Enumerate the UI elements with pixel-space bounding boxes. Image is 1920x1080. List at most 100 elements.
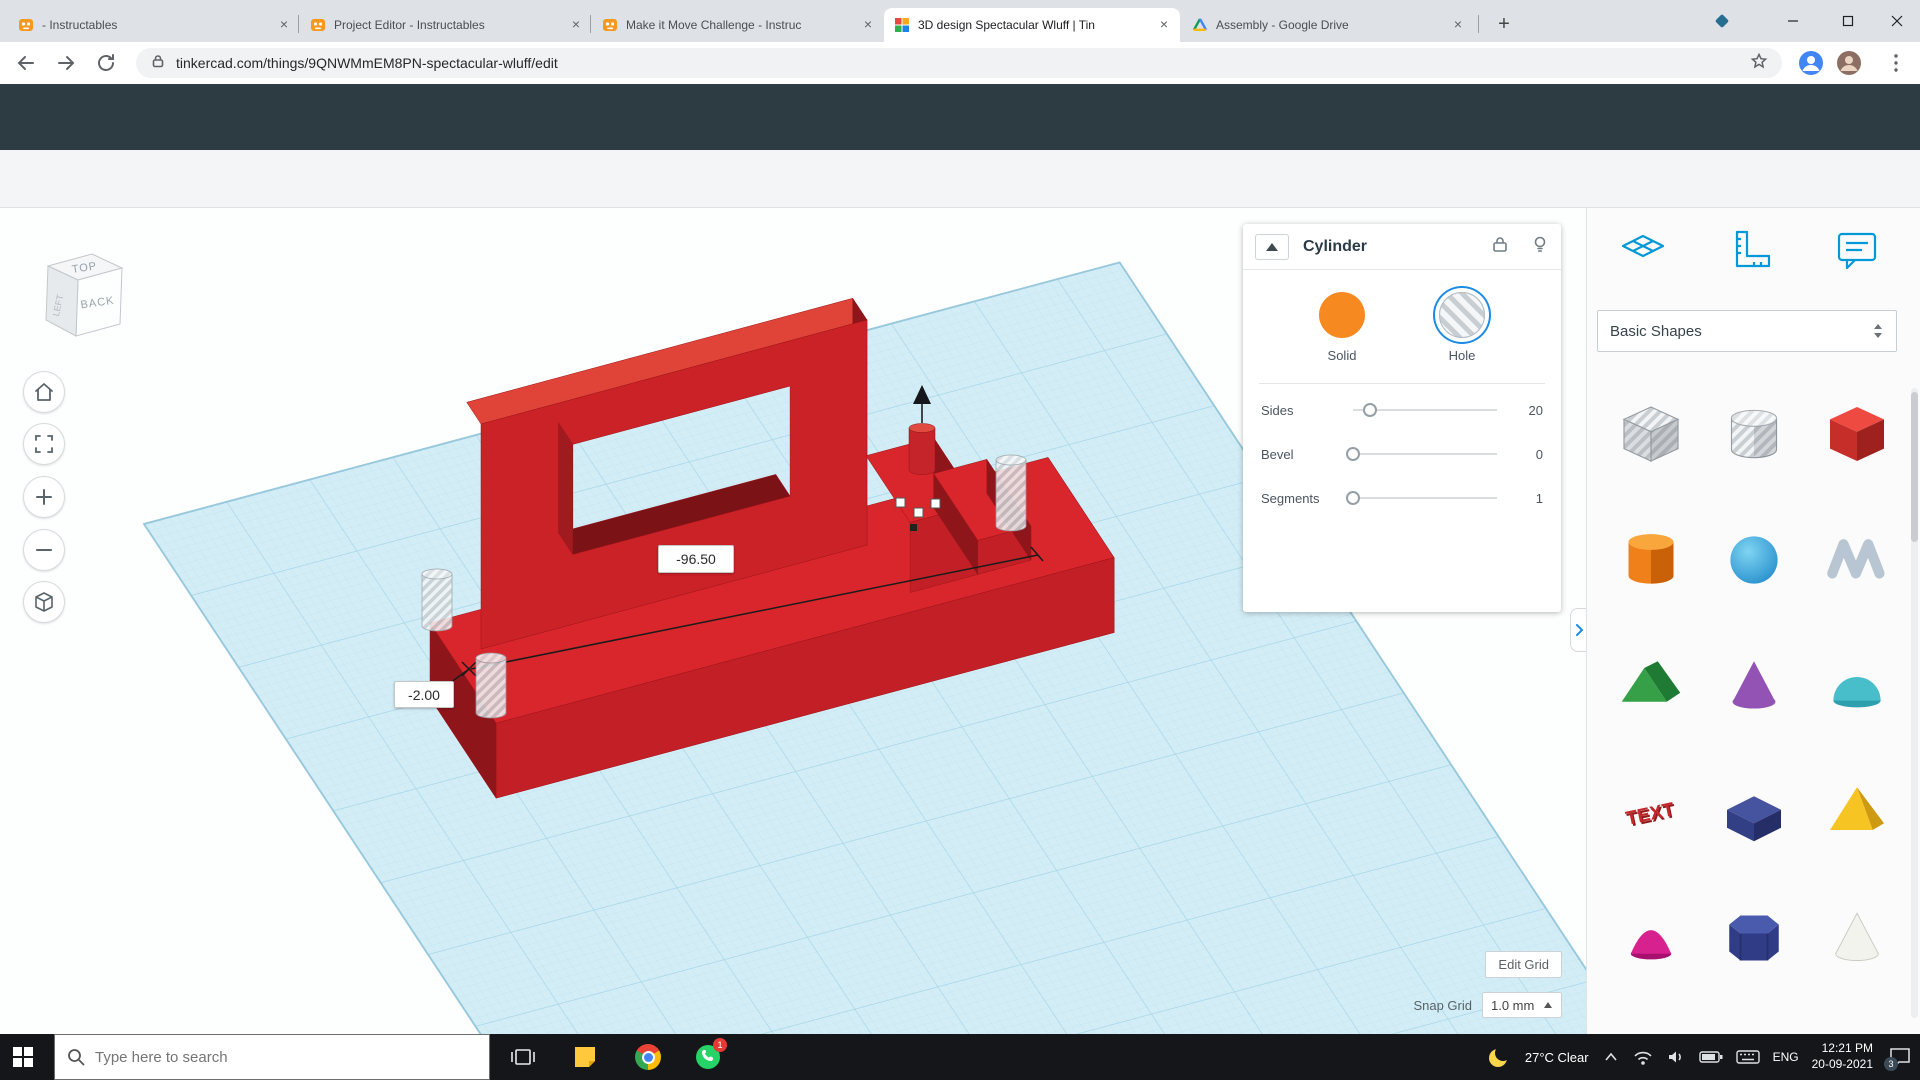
wifi-icon[interactable] [1633,1048,1653,1066]
dimension-input-length[interactable]: -96.50 [658,545,734,573]
tab-close-icon[interactable]: × [276,17,292,33]
snap-grid-select[interactable]: 1.0 mm [1482,992,1562,1018]
profile-person-icon[interactable] [1798,50,1824,81]
shape-category-select[interactable]: Basic Shapes [1597,310,1897,352]
lock-icon[interactable] [1491,235,1509,258]
start-button[interactable] [0,1034,46,1080]
material-solid[interactable]: Solid [1319,292,1365,363]
dimension-input-offset[interactable]: -2.00 [394,681,454,708]
shape-hole-cylinder[interactable] [1718,398,1790,470]
shape-pyramid[interactable] [1821,776,1893,848]
ruler-tool-icon[interactable] [1727,226,1775,274]
notes-tool-icon[interactable] [1833,226,1881,274]
tray-chevron-up-icon[interactable] [1602,1048,1620,1066]
date-text: 20-09-2021 [1812,1057,1873,1073]
shape-cone[interactable] [1718,650,1790,722]
clock[interactable]: 12:21 PM 20-09-2021 [1812,1041,1873,1072]
inspector-collapse-button[interactable] [1255,234,1289,260]
reload-button[interactable] [94,51,118,80]
shape-box[interactable] [1821,398,1893,470]
tab-title: - Instructables [42,18,268,32]
drive-favicon-icon [1192,17,1208,33]
battery-icon[interactable] [1699,1048,1723,1066]
slider-row-sides: Sides 20 [1243,388,1561,432]
tab-close-icon[interactable]: × [1156,17,1172,33]
browser-flag-icon[interactable] [1712,11,1732,36]
chrome-icon[interactable] [625,1034,671,1080]
slider-knob[interactable] [1346,491,1360,505]
hole-swatch[interactable] [1439,292,1485,338]
perspective-toggle-button[interactable] [23,581,65,623]
shape-hexagonal-prism[interactable] [1718,902,1790,974]
segments-slider[interactable] [1353,497,1497,499]
tab-google-drive[interactable]: Assembly - Google Drive × [1182,8,1474,42]
tinkercad-favicon-icon [894,17,910,33]
bevel-slider[interactable] [1353,453,1497,455]
url-bar[interactable]: tinkercad.com/things/9QNWMmEM8PN-spectac… [136,48,1782,78]
panel-scrollbar-thumb[interactable] [1911,392,1918,542]
shape-scribble[interactable] [1821,524,1893,596]
shape-grid: TEXT TEXT [1587,384,1920,988]
weather-text[interactable]: 27°C Clear [1525,1050,1589,1065]
panel-collapse-button[interactable] [1570,608,1586,652]
tab-close-icon[interactable]: × [568,17,584,33]
instructables-favicon-icon [310,17,326,33]
tab-make-it-move[interactable]: Make it Move Challenge - Instruc × [592,8,884,42]
slider-row-segments: Segments 1 [1243,476,1561,520]
bookmark-star-icon[interactable] [1750,52,1768,75]
shape-dome[interactable] [1821,650,1893,722]
keyboard-icon[interactable] [1736,1048,1760,1066]
window-minimize-button[interactable] [1770,0,1816,42]
tab-separator [590,15,591,33]
tab-tinkercad-active[interactable]: 3D design Spectacular Wluff | Tin × [884,8,1180,42]
zoom-out-button[interactable] [23,529,65,571]
view-home-button[interactable] [23,371,65,413]
language-indicator[interactable]: ENG [1773,1050,1799,1064]
browser-tab-bar: - Instructables × Project Editor - Instr… [0,0,1920,42]
tab-close-icon[interactable]: × [860,17,876,33]
material-hole[interactable]: Hole [1439,292,1485,363]
shape-cylinder[interactable] [1615,524,1687,596]
tab-instructables[interactable]: - Instructables × [8,8,300,42]
slider-row-bevel: Bevel 0 [1243,432,1561,476]
shape-cone-soft[interactable] [1821,902,1893,974]
whatsapp-icon[interactable]: 1 [685,1034,731,1080]
shape-wedge[interactable] [1718,776,1790,848]
windows-taskbar: 1 27°C Clear ENG 12:21 PM 20-09-2021 3 [0,1034,1920,1080]
shape-sphere[interactable] [1718,524,1790,596]
new-tab-button[interactable]: + [1490,11,1518,39]
shape-paraboloid[interactable] [1615,902,1687,974]
tab-close-icon[interactable]: × [1450,17,1466,33]
workplane-tool-icon[interactable] [1619,226,1667,274]
action-center-icon[interactable]: 3 [1886,1043,1914,1071]
task-view-icon[interactable] [500,1034,546,1080]
shape-roof[interactable] [1615,650,1687,722]
tab-title: Assembly - Google Drive [1216,18,1442,32]
tab-project-editor[interactable]: Project Editor - Instructables × [300,8,592,42]
slider-knob[interactable] [1346,447,1360,461]
back-button[interactable] [14,51,38,80]
solid-swatch[interactable] [1319,292,1365,338]
view-cube[interactable]: TOP BACK LEFT [28,232,148,357]
url-text: tinkercad.com/things/9QNWMmEM8PN-spectac… [176,55,558,71]
search-input[interactable] [95,1049,455,1066]
shape-text[interactable]: TEXT TEXT [1615,776,1687,848]
volume-icon[interactable] [1666,1048,1686,1066]
zoom-in-button[interactable] [23,476,65,518]
browser-nav-bar: tinkercad.com/things/9QNWMmEM8PN-spectac… [0,42,1920,84]
visibility-bulb-icon[interactable] [1531,235,1549,258]
account-avatar[interactable] [1836,50,1862,81]
slider-knob[interactable] [1363,403,1377,417]
editor-toolbar: Import Export Send To [0,150,1920,208]
forward-button[interactable] [54,51,78,80]
edit-grid-button[interactable]: Edit Grid [1485,951,1562,978]
shape-hole-box[interactable] [1615,398,1687,470]
window-maximize-button[interactable] [1825,0,1871,42]
weather-moon-icon [1486,1044,1512,1070]
window-close-button[interactable] [1874,0,1920,42]
browser-menu-icon[interactable] [1884,51,1908,80]
sides-slider[interactable] [1353,409,1497,411]
taskbar-search[interactable] [54,1034,490,1080]
fit-view-button[interactable] [23,423,65,465]
sticky-notes-icon[interactable] [562,1034,608,1080]
